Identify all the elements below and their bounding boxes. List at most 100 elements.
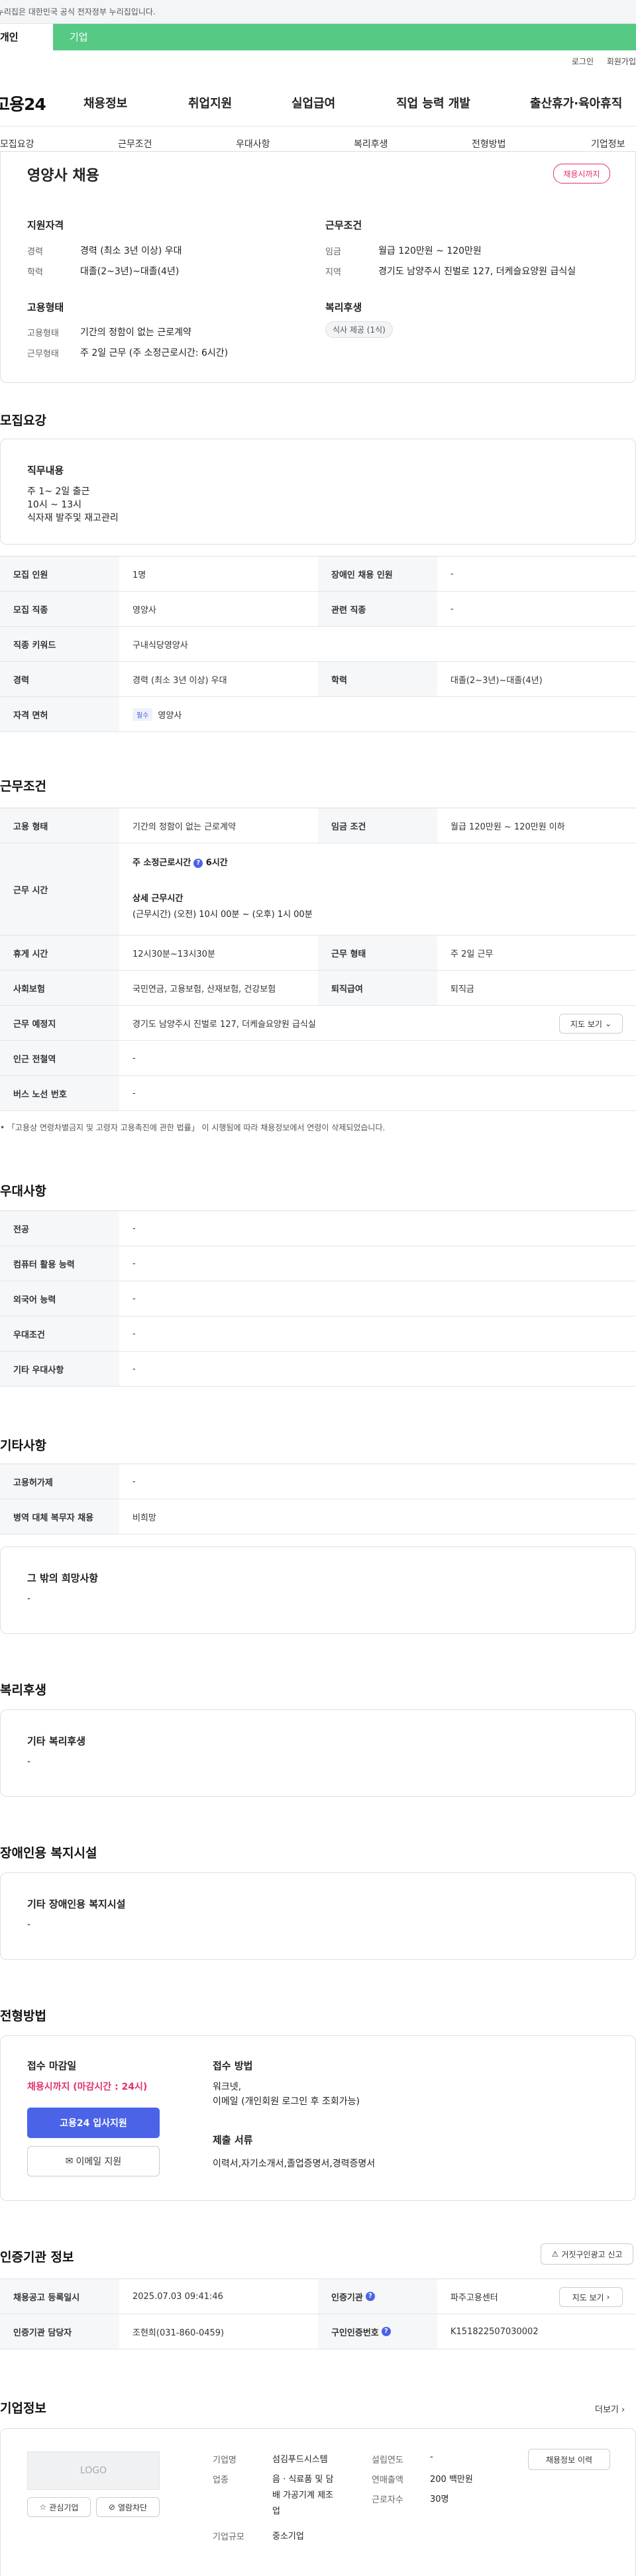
gnb-item-jobs[interactable]: 채용정보 <box>83 94 127 111</box>
cond-value: 경기도 남양주시 진벌로 127, 더케슬요양원 급식실 <box>378 266 576 277</box>
chevron-right-icon: › <box>621 2405 625 2415</box>
snb-item-work[interactable]: 근무조건 <box>118 137 152 150</box>
company-card: LOGO ☆ 관심기업 ⊘ 열람차단 기업명 섬김푸드시스템 업종 음 · 식료품 … <box>0 2428 636 2576</box>
email-apply-button[interactable]: ✉ 이메일 지원 <box>27 2146 160 2176</box>
cond-label: 지역 <box>325 268 341 278</box>
site-logo[interactable]: 고용24 <box>0 91 46 115</box>
signup-link[interactable]: 회원가입 <box>607 57 636 66</box>
cond-title: 근무조건 <box>325 219 362 231</box>
star-icon: ☆ <box>39 2502 47 2512</box>
table-row: 경력 경력 (최소 3년 이상) 우대 학력 대졸(2~3년)~대졸(4년) <box>0 662 636 697</box>
welfare-card: 기타 복리후생 - <box>0 1709 636 1797</box>
table-row: 모집 인원 1명 장애인 채용 인원 - <box>0 557 636 592</box>
table-row: 사회보험 국민연금, 고용보험, 산재보험, 건강보험 퇴직급여 퇴직금 <box>0 971 636 1006</box>
duty-line: 10시 ~ 13시 <box>27 500 82 510</box>
table-row: 고용허가제 - <box>0 1464 636 1499</box>
section-title-cert: 인증기관 정보 <box>0 2250 74 2265</box>
snb-item-pref[interactable]: 우대사항 <box>236 137 270 150</box>
table-row: 근무 시간 주 소정근로시간? 6시간 상세 근무시간 (근무시간) (오전) … <box>0 843 636 936</box>
section-title-pref: 우대사항 <box>0 1184 46 1199</box>
summary-card: 영양사 채용 채용시까지 지원자격 경력 경력 (최소 3년 이상) 우대 학력… <box>0 151 636 383</box>
login-link[interactable]: 로그인 <box>572 57 594 66</box>
snb-item-company[interactable]: 기업정보 <box>591 137 625 150</box>
report-fake-ad-button[interactable]: ⚠ 거짓구인광고 신고 <box>541 2243 633 2265</box>
table-row: 우대조건 - <box>0 1316 636 1352</box>
disabled-card: 기타 장애인용 복지시설 - <box>0 1872 636 1960</box>
job-history-button[interactable]: 채용정보 이력 <box>528 2449 610 2470</box>
duty-line: 주 1~ 2일 출근 <box>27 486 90 497</box>
company-more-link[interactable]: 더보기 › <box>595 2402 625 2415</box>
chevron-down-icon: ⌄ <box>604 1019 612 1028</box>
table-row: 병역 대체 복무자 채용 비희망 <box>0 1499 636 1534</box>
duty-line: 식자재 발주및 재고관리 <box>27 513 119 523</box>
cond-label: 임금 <box>325 247 341 257</box>
qual-label: 학력 <box>27 268 43 278</box>
mail-icon: ✉ <box>65 2156 74 2167</box>
duty-title: 직무내용 <box>27 464 64 476</box>
favorite-company-button[interactable]: ☆ 관심기업 <box>27 2497 91 2517</box>
table-row: 인증기관 담당자 조현희(031-860-0459) 구인인증번호? K1518… <box>0 2314 636 2349</box>
tab-personal[interactable]: 개인 <box>0 24 53 50</box>
help-icon[interactable]: ? <box>193 858 203 868</box>
table-row: 채용공고 등록일시 2025.07.03 09:41:46 인증기관? 파주고용… <box>0 2279 636 2314</box>
table-row: 컴퓨터 활용 능력 - <box>0 1246 636 1281</box>
section-title-etc: 기타사항 <box>0 1438 46 1453</box>
table-row: 버스 노선 번호 - <box>0 1076 636 1111</box>
snb-item-welfare[interactable]: 복리후생 <box>354 137 388 150</box>
required-badge: 필수 <box>132 708 153 721</box>
qual-label: 경력 <box>27 247 43 257</box>
section-title-disabled: 장애인용 복지시설 <box>0 1846 97 1860</box>
help-icon[interactable]: ? <box>365 2292 375 2301</box>
qual-value: 대졸(2~3년)~대졸(4년) <box>80 266 180 277</box>
cert-map-button[interactable]: 지도 보기 › <box>559 2287 623 2307</box>
qual-title: 지원자격 <box>27 219 64 231</box>
tab-company[interactable]: 기업 <box>53 24 636 50</box>
table-row: 고용 형태 기간의 정함이 없는 근로계약 임금 조건 월급 120만원 ~ 1… <box>0 808 636 843</box>
table-row: 전공 - <box>0 1211 636 1246</box>
apply-button[interactable]: 고용24 입사지원 <box>27 2108 160 2138</box>
emp-title: 고용형태 <box>27 301 64 313</box>
top-links: 로그인 회원가입 <box>561 56 636 67</box>
block-icon: ⊘ <box>108 2502 115 2512</box>
deadline-value: 채용시까지 (마감시간 : 24시) <box>27 2082 148 2092</box>
table-row: 휴게 시간 12시30분~13시30분 근무 형태 주 2일 근무 <box>0 936 636 971</box>
snb-item-selection[interactable]: 전형방법 <box>472 137 506 150</box>
gnb-item-unemployment-benefit[interactable]: 실업급여 <box>292 94 335 111</box>
section-title-selection: 전형방법 <box>0 2009 46 2023</box>
table-row: 모집 직종 영양사 관련 직종 - <box>0 592 636 627</box>
gnb-item-vocational-training[interactable]: 직업 능력 개발 <box>396 94 470 111</box>
welfare-title: 복리후생 <box>325 301 362 313</box>
map-view-button[interactable]: 지도 보기 ⌄ <box>559 1014 623 1034</box>
welfare-badge: 식사 제공 (1식) <box>325 321 393 338</box>
gov-banner-text: 이 누리집은 대한민국 공식 전자정부 누리집입니다. <box>0 7 156 17</box>
section-title-recruit: 모집요강 <box>0 413 46 428</box>
emp-label: 고용형태 <box>27 329 59 339</box>
chevron-right-icon: › <box>606 2292 610 2302</box>
section-title-company: 기업정보 <box>0 2401 46 2416</box>
status-tag: 채용시까지 <box>553 164 610 184</box>
table-row: 직종 키워드 구내식당영양사 <box>0 627 636 662</box>
job-title: 영양사 채용 <box>27 168 99 184</box>
emp-label: 근무형태 <box>27 349 59 359</box>
gnb-item-parental-leave[interactable]: 출산휴가·육아휴직 <box>530 94 622 111</box>
gnb-item-employment-support[interactable]: 취업지원 <box>188 94 232 111</box>
table-row: 인근 전철역 - <box>0 1041 636 1076</box>
gov-banner: 이 누리집은 대한민국 공식 전자정부 누리집입니다. <box>0 0 636 24</box>
block-company-button[interactable]: ⊘ 열람차단 <box>96 2497 160 2517</box>
selection-card: 접수 마감일 채용시까지 (마감시간 : 24시) 고용24 입사지원 ✉ 이메일… <box>0 2035 636 2201</box>
table-row: 자격 면허 필수 영양사 <box>0 697 636 732</box>
emp-value: 주 2일 근무 (주 소정근로시간: 6시간) <box>80 348 229 358</box>
user-type-tabs: 개인 기업 <box>0 24 636 50</box>
alert-icon: ⚠ <box>551 2249 559 2259</box>
emp-value: 기간의 정함이 없는 근로계약 <box>80 327 191 338</box>
company-logo: LOGO <box>27 2451 160 2490</box>
section-title-work: 근무조건 <box>0 779 46 794</box>
table-row: 기타 우대사항 - <box>0 1352 636 1387</box>
qual-value: 경력 (최소 3년 이상) 우대 <box>80 246 182 256</box>
etc-wish-card: 그 밖의 희망사항 - <box>0 1546 636 1634</box>
age-notice: • 「고용상 연령차별금지 및 고령자 고용촉진에 관한 법률」 이 시행됨에 … <box>0 1123 386 1132</box>
cond-value: 월급 120만원 ~ 120만원 <box>378 246 482 256</box>
duty-card: 직무내용 주 1~ 2일 출근 10시 ~ 13시 식자재 발주및 재고관리 <box>0 439 636 545</box>
snb-item-recruit[interactable]: 모집요강 <box>0 137 34 150</box>
help-icon[interactable]: ? <box>381 2327 391 2336</box>
